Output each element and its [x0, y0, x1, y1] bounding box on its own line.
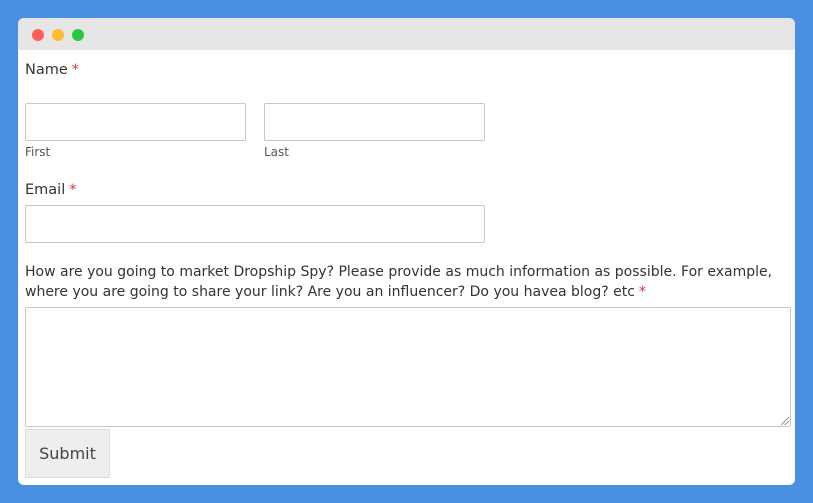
close-window-icon[interactable] [32, 29, 44, 41]
last-name-sublabel: Last [264, 145, 289, 159]
last-name-input[interactable] [264, 103, 485, 141]
email-label-text: Email [25, 182, 66, 198]
zoom-window-icon[interactable] [72, 29, 84, 41]
minimize-window-icon[interactable] [52, 29, 64, 41]
email-label: Email * [25, 180, 76, 200]
form-window: Name * First Last Email * How are you goin… [18, 18, 795, 485]
resize-handle-icon[interactable] [781, 417, 789, 425]
marketing-question-line-2: where you are going to share your link? … [25, 282, 791, 302]
first-name-input[interactable] [25, 103, 246, 141]
marketing-question-label: How are you going to market Dropship Spy… [25, 262, 791, 302]
email-required-mark: * [69, 182, 77, 198]
title-bar [18, 18, 795, 50]
email-input[interactable] [25, 205, 485, 243]
name-label-text: Name [25, 62, 68, 78]
marketing-question-line-2-text: where you are going to share your link? … [25, 284, 635, 300]
marketing-question-line-1: How are you going to market Dropship Spy… [25, 264, 773, 280]
marketing-required-mark: * [638, 284, 646, 300]
signup-form: Name * First Last Email * How are you goin… [25, 50, 791, 485]
first-name-sublabel: First [25, 145, 51, 159]
submit-button[interactable]: Submit [25, 429, 110, 478]
marketing-textarea[interactable] [25, 307, 791, 427]
name-label: Name * [25, 60, 79, 80]
name-required-mark: * [71, 62, 80, 78]
